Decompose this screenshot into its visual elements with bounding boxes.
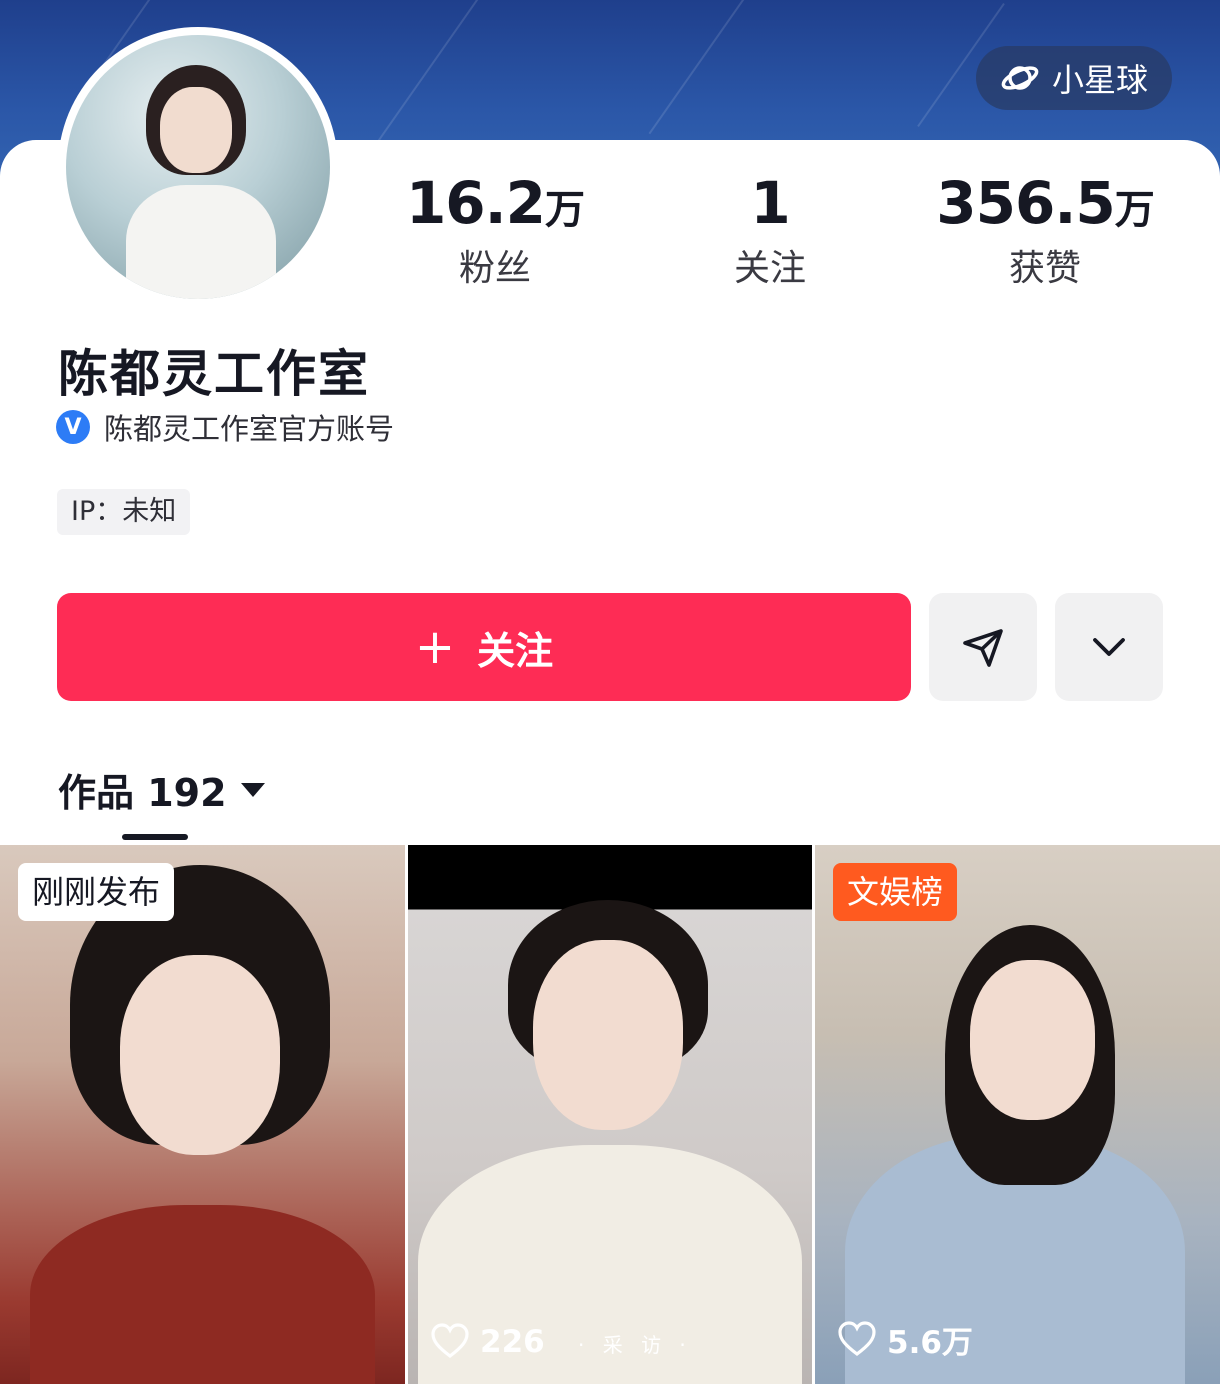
caret-down-icon [240, 782, 265, 797]
verification-text: 陈都灵工作室官方账号 [104, 412, 395, 446]
more-button[interactable] [1055, 593, 1163, 701]
video-thumbnail[interactable]: 文娱榜 5.6万 [815, 845, 1220, 1384]
planet-button[interactable]: 小星球 [976, 46, 1172, 110]
tab-underline [122, 834, 188, 840]
video-likes-count: 5.6万 [887, 1325, 973, 1361]
video-badge: 文娱榜 [833, 863, 958, 921]
verification-line: V 陈都灵工作室官方账号 [56, 406, 394, 448]
stat-following[interactable]: 1 关注 [680, 170, 860, 291]
video-thumbnail[interactable]: 刚刚发布 [0, 845, 405, 1384]
tab-works-label: 作品 192 [58, 771, 227, 815]
video-likes-count: 226 [480, 1324, 545, 1360]
stat-likes[interactable]: 356.5万 获赞 [920, 170, 1170, 291]
video-likes: 226 [430, 1322, 545, 1362]
likes-unit: 万 [1114, 187, 1155, 233]
tab-works[interactable]: 作品 192 [58, 762, 265, 817]
video-badge: 刚刚发布 [18, 863, 175, 921]
heart-icon [838, 1320, 876, 1356]
share-button[interactable] [929, 593, 1037, 701]
heart-icon [431, 1323, 469, 1359]
likes-label: 获赞 [1008, 248, 1081, 289]
following-label: 关注 [733, 248, 806, 289]
verified-icon: V [56, 410, 90, 444]
send-icon [963, 629, 1003, 667]
followers-count: 16.2 [405, 169, 546, 237]
avatar[interactable] [58, 27, 338, 307]
video-grid: 刚刚发布 226 · 采 访 · 文娱榜 5.6万 [0, 845, 1220, 1384]
plus-icon: + [414, 619, 456, 675]
video-caption: · 采 访 · [578, 1333, 692, 1357]
planet-button-label: 小星球 [1051, 61, 1148, 99]
avatar-image [66, 35, 330, 299]
follow-button[interactable]: + 关注 [57, 593, 911, 701]
video-thumbnail[interactable]: 226 · 采 访 · [408, 845, 812, 1384]
followers-label: 粉丝 [458, 248, 531, 289]
stat-followers[interactable]: 16.2万 粉丝 [390, 170, 600, 291]
ip-tag: IP：未知 [57, 489, 191, 535]
likes-count: 356.5 [936, 169, 1115, 237]
video-likes: 5.6万 [837, 1317, 973, 1362]
planet-icon [1001, 66, 1039, 90]
following-count: 1 [750, 169, 790, 237]
follow-button-label: 关注 [477, 628, 554, 673]
followers-unit: 万 [545, 187, 585, 233]
chevron-down-icon [1093, 638, 1125, 656]
profile-name: 陈都灵工作室 [58, 345, 370, 403]
